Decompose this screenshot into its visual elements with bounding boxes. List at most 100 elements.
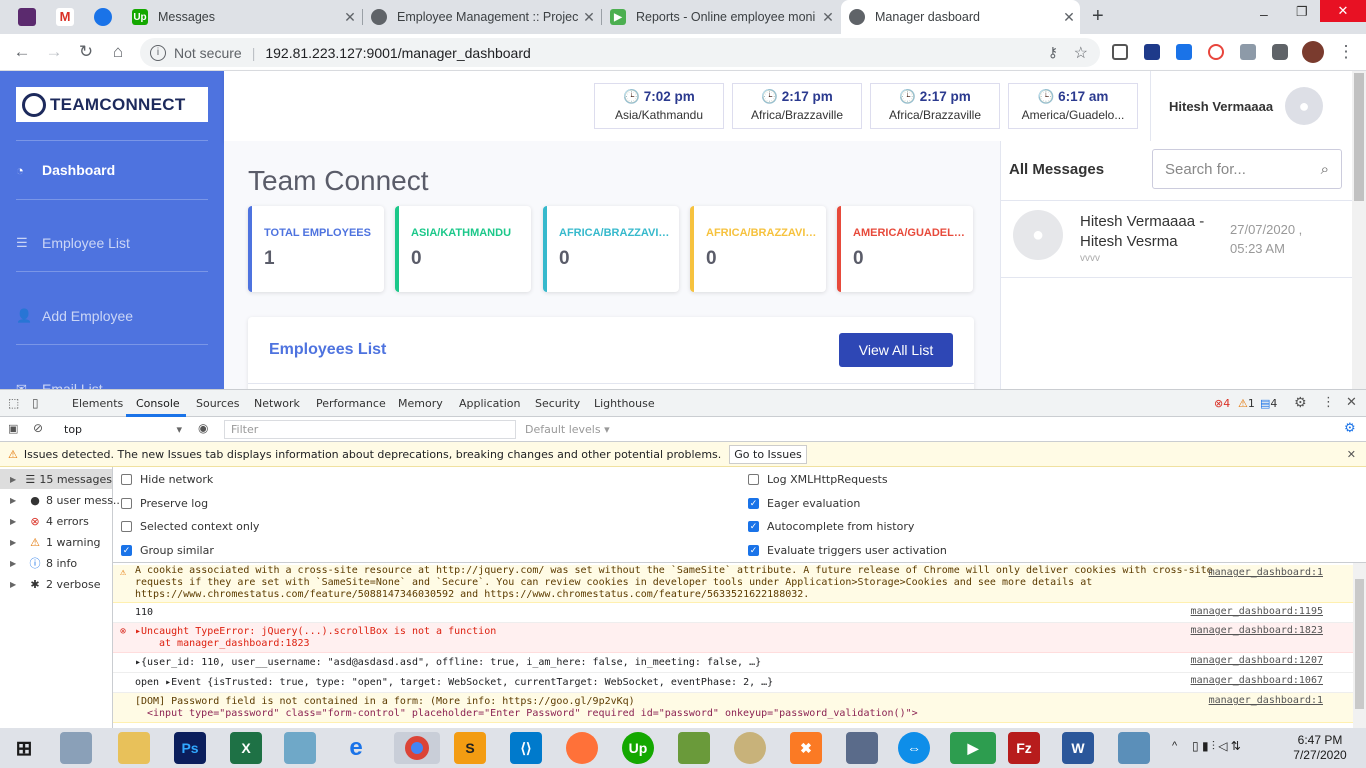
extension-person-icon[interactable] bbox=[1240, 44, 1256, 60]
sidebar-item-messages[interactable]: ▶ ☰ 15 messages bbox=[0, 469, 112, 489]
calculator-icon[interactable] bbox=[60, 732, 92, 764]
tab-security[interactable]: Security bbox=[535, 397, 580, 410]
firefox-icon[interactable] bbox=[566, 732, 598, 764]
more-options-icon[interactable]: ⋮ bbox=[1322, 395, 1335, 410]
download-icon[interactable] bbox=[1176, 44, 1192, 60]
device-toggle-icon[interactable]: ▯ bbox=[32, 396, 39, 410]
tab-memory[interactable]: Memory bbox=[398, 397, 443, 410]
sidebar-item-errors[interactable]: ▶ ⊗ 4 errors bbox=[10, 511, 89, 531]
key-icon[interactable]: ⚷ bbox=[1048, 44, 1058, 61]
tab-sources[interactable]: Sources bbox=[196, 397, 240, 410]
network-tool-icon[interactable] bbox=[846, 732, 878, 764]
back-icon[interactable]: ← bbox=[12, 42, 32, 62]
brand-logo[interactable]: TEAMCONNECT bbox=[16, 87, 208, 122]
clear-console-icon[interactable]: ⊘ bbox=[33, 421, 43, 435]
maximize-button[interactable]: ❐ bbox=[1296, 4, 1308, 20]
user-menu[interactable]: Hitesh Vermaaaa ● bbox=[1150, 71, 1350, 141]
tab-network[interactable]: Network bbox=[254, 397, 300, 410]
scrollbar-thumb[interactable] bbox=[1355, 579, 1364, 709]
pinned-tab-slack[interactable] bbox=[18, 8, 36, 26]
console-filter-input[interactable]: Filter bbox=[224, 420, 516, 439]
internet-explorer-icon[interactable]: e bbox=[340, 732, 372, 764]
message-text[interactable]: ▸Uncaught TypeError: jQuery(...).scrollB… bbox=[135, 626, 1353, 638]
autocomplete-checkbox[interactable]: ✓ Autocomplete from history bbox=[748, 520, 914, 533]
message-text[interactable]: open ▸Event {isTrusted: true, type: "ope… bbox=[135, 677, 773, 688]
go-to-issues-button[interactable]: Go to Issues bbox=[729, 444, 807, 464]
close-icon[interactable]: ✕ bbox=[817, 9, 839, 26]
photos-icon[interactable] bbox=[1118, 732, 1150, 764]
sidebar-item-dashboard[interactable]: ◔ Dashboard bbox=[16, 162, 115, 178]
message-text[interactable]: A cookie associated with a cross-site re… bbox=[135, 565, 1213, 600]
eye-icon[interactable]: ◉ bbox=[198, 421, 208, 435]
sidebar-item-add-employee[interactable]: 👤 Add Employee bbox=[16, 308, 133, 324]
profile-avatar[interactable] bbox=[1302, 41, 1324, 63]
view-all-button[interactable]: View All List bbox=[839, 333, 953, 367]
sidebar-item-employee-list[interactable]: ☰ Employee List bbox=[16, 235, 130, 251]
message-source-link[interactable]: manager_dashboard:1195 bbox=[1191, 606, 1323, 618]
group-similar-checkbox[interactable]: ✓ Group similar bbox=[121, 544, 214, 557]
hide-network-checkbox[interactable]: Hide network bbox=[121, 473, 213, 486]
close-icon[interactable]: ✕ bbox=[1347, 448, 1356, 461]
reload-icon[interactable]: ↻ bbox=[76, 42, 96, 62]
pinned-tab-gmail[interactable]: M bbox=[56, 8, 74, 26]
page-scrollbar[interactable] bbox=[1352, 71, 1366, 389]
pinned-tab-app[interactable] bbox=[94, 8, 112, 26]
vscode-icon[interactable]: ⟨⟩ bbox=[510, 732, 542, 764]
new-tab-button[interactable]: + bbox=[1092, 5, 1104, 28]
stack-trace-text[interactable]: at manager_dashboard:1823 bbox=[135, 638, 1353, 650]
close-devtools-icon[interactable]: ✕ bbox=[1346, 395, 1357, 410]
message-text[interactable]: ▸{user_id: 110, user__username: "asd@asd… bbox=[135, 657, 761, 668]
sidebar-toggle-icon[interactable]: ▣ bbox=[8, 422, 18, 435]
message-item[interactable]: ● Hitesh Vermaaaa - Hitesh Vesrma vvvv 2… bbox=[1001, 200, 1353, 278]
paint-icon[interactable] bbox=[284, 732, 316, 764]
minimize-button[interactable]: – bbox=[1260, 6, 1268, 22]
word-icon[interactable]: W bbox=[1062, 732, 1094, 764]
eager-evaluation-checkbox[interactable]: ✓ Eager evaluation bbox=[748, 497, 860, 510]
tray-icons[interactable]: ▯ ▮ ⫶ ◁ ⇅ bbox=[1192, 739, 1241, 754]
paint-palette-icon[interactable] bbox=[734, 732, 766, 764]
tab-messages[interactable]: Up Messages ✕ bbox=[124, 0, 361, 34]
file-explorer-icon[interactable] bbox=[118, 732, 150, 764]
log-levels-select[interactable]: Default levels ▾ bbox=[525, 423, 610, 436]
tab-console[interactable]: Console bbox=[136, 397, 180, 410]
upwork-icon[interactable]: Up bbox=[622, 732, 654, 764]
scrollbar-thumb[interactable] bbox=[1354, 73, 1364, 201]
tab-elements[interactable]: Elements bbox=[72, 397, 123, 410]
preserve-log-checkbox[interactable]: Preserve log bbox=[121, 497, 208, 510]
gear-icon[interactable]: ⚙ bbox=[1294, 395, 1307, 411]
inspect-icon[interactable]: ⬚ bbox=[8, 396, 19, 410]
tab-lighthouse[interactable]: Lighthouse bbox=[594, 397, 655, 410]
message-source-link[interactable]: manager_dashboard:1207 bbox=[1191, 655, 1323, 667]
forward-icon[interactable]: → bbox=[44, 42, 64, 62]
message-source-link[interactable]: manager_dashboard:1 bbox=[1209, 695, 1323, 707]
tab-performance[interactable]: Performance bbox=[316, 397, 386, 410]
puzzle-icon[interactable] bbox=[1272, 44, 1288, 60]
app-icon[interactable] bbox=[678, 732, 710, 764]
sidebar-item-warnings[interactable]: ▶ ⚠ 1 warning bbox=[10, 532, 101, 552]
log-xhr-checkbox[interactable]: Log XMLHttpRequests bbox=[748, 473, 888, 486]
sidebar-item-user-messages[interactable]: ▶ ● 8 user mess... bbox=[10, 490, 123, 510]
sublime-text-icon[interactable]: S bbox=[454, 732, 486, 764]
close-icon[interactable]: ✕ bbox=[339, 9, 361, 26]
message-source-link[interactable]: manager_dashboard:1 bbox=[1209, 567, 1323, 579]
extension-n-icon[interactable] bbox=[1144, 44, 1160, 60]
tab-manager-dashboard[interactable]: Manager dasboard ✕ bbox=[841, 0, 1080, 34]
close-icon[interactable]: ✕ bbox=[578, 9, 600, 26]
message-text[interactable]: 110 bbox=[135, 607, 153, 618]
info-count-icon[interactable]: ▤4 bbox=[1260, 397, 1277, 410]
address-bar[interactable]: i Not secure | 192.81.223.127:9001/manag… bbox=[140, 38, 1100, 67]
filezilla-icon[interactable]: Fz bbox=[1008, 732, 1040, 764]
warning-count-icon[interactable]: ⚠1 bbox=[1238, 397, 1255, 410]
xampp-icon[interactable]: ✖ bbox=[790, 732, 822, 764]
info-icon[interactable]: i bbox=[150, 44, 166, 61]
message-source-link[interactable]: manager_dashboard:1823 bbox=[1191, 625, 1323, 637]
app-arrow-icon[interactable]: ▶ bbox=[950, 732, 996, 764]
selected-context-checkbox[interactable]: Selected context only bbox=[121, 520, 259, 533]
error-count-icon[interactable]: ⊗4 bbox=[1214, 397, 1230, 410]
url-text[interactable]: 192.81.223.127:9001/manager_dashboard bbox=[265, 45, 530, 61]
close-window-button[interactable]: ✕ bbox=[1320, 0, 1366, 22]
console-settings-icon[interactable]: ⚙ bbox=[1344, 421, 1356, 436]
context-select[interactable]: top ▾ bbox=[58, 421, 186, 438]
message-code[interactable]: <input type="password" class="form-contr… bbox=[135, 708, 1353, 720]
tab-application[interactable]: Application bbox=[459, 397, 520, 410]
